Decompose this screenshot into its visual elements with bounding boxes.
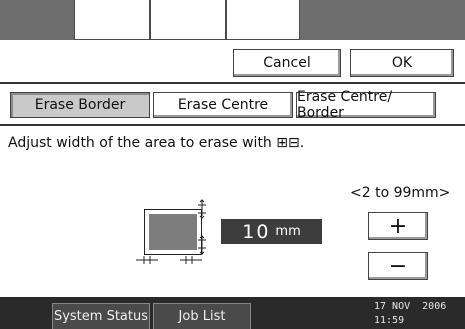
- time-text: 11:59: [374, 315, 405, 326]
- increase-button[interactable]: +: [368, 212, 428, 240]
- top-tab-2[interactable]: [150, 0, 226, 40]
- tab-erase-centre[interactable]: Erase Centre: [153, 92, 293, 118]
- clock: 17 NOV 2006 11:59: [374, 300, 446, 328]
- top-tab-3[interactable]: [226, 0, 300, 40]
- ok-button[interactable]: OK: [350, 49, 454, 77]
- tab-erase-border[interactable]: Erase Border: [10, 92, 150, 118]
- border-width-arrows-icon: [136, 199, 206, 264]
- width-value: 10: [242, 220, 271, 243]
- top-tab-1[interactable]: [74, 0, 150, 40]
- range-label: <2 to 99mm>: [350, 185, 451, 201]
- cancel-button[interactable]: Cancel: [233, 49, 341, 77]
- decrease-button[interactable]: −: [368, 252, 428, 280]
- tab-erase-centre-border[interactable]: Erase Centre/ Border: [296, 89, 436, 121]
- width-unit: mm: [275, 224, 301, 239]
- system-status-button[interactable]: System Status: [52, 303, 150, 329]
- instruction-text: Adjust width of the area to erase with ⊞…: [8, 135, 305, 151]
- job-list-button[interactable]: Job List: [153, 303, 251, 329]
- divider: [0, 124, 465, 126]
- width-value-display: 10 mm: [221, 219, 322, 244]
- date-text: 17 NOV 2006: [374, 301, 447, 312]
